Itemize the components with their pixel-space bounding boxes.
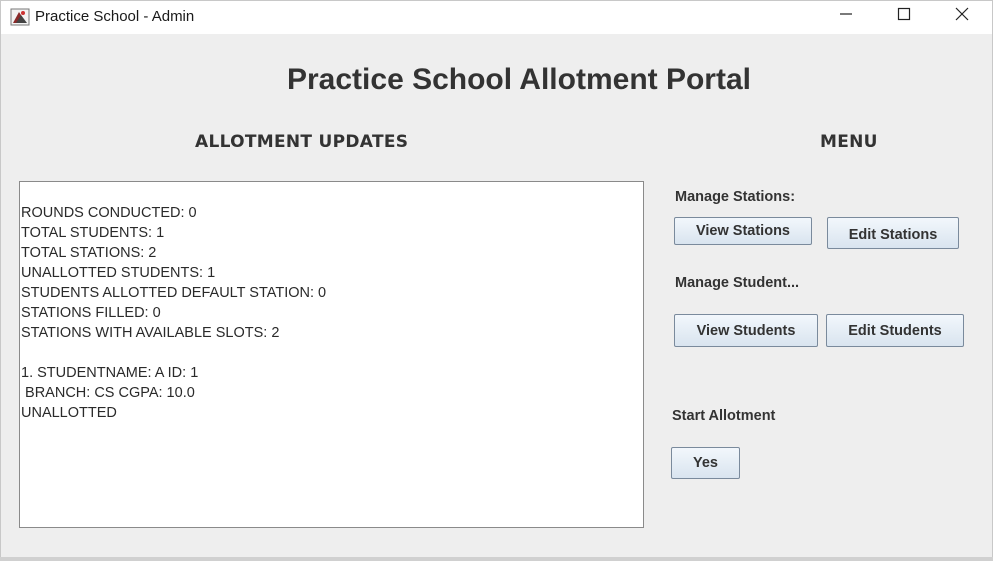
minimize-icon (839, 7, 853, 26)
updates-line: BRANCH: CS CGPA: 10.0 (21, 385, 195, 401)
allotment-updates-heading: ALLOTMENT UPDATES (195, 132, 409, 152)
menu-heading: MENU (820, 132, 878, 152)
view-stations-button[interactable]: View Stations (674, 217, 812, 245)
minimize-button[interactable] (823, 1, 869, 32)
window-bottom-edge (0, 557, 993, 561)
maximize-button[interactable] (881, 1, 927, 32)
updates-line: TOTAL STUDENTS: 1 (21, 225, 165, 241)
edit-students-button[interactable]: Edit Students (826, 314, 964, 347)
updates-line: STUDENTS ALLOTTED DEFAULT STATION: 0 (21, 285, 327, 301)
edit-stations-button[interactable]: Edit Stations (827, 217, 959, 249)
updates-line-blank (21, 343, 643, 363)
updates-line: STATIONS FILLED: 0 (21, 305, 161, 321)
app-window: Practice School - Admin Practice School … (0, 0, 993, 561)
java-app-icon (10, 7, 30, 27)
updates-line: STATIONS WITH AVAILABLE SLOTS: 2 (21, 325, 280, 341)
manage-students-label: Manage Student... (675, 275, 800, 291)
title-bar: Practice School - Admin (1, 1, 992, 34)
start-allotment-yes-button[interactable]: Yes (671, 447, 740, 479)
updates-line: UNALLOTTED STUDENTS: 1 (21, 265, 216, 281)
manage-stations-label: Manage Stations: (675, 189, 796, 205)
close-button[interactable] (939, 1, 985, 32)
updates-line: UNALLOTTED (21, 405, 117, 421)
maximize-icon (897, 7, 911, 26)
updates-line: TOTAL STATIONS: 2 (21, 245, 157, 261)
allotment-updates-textarea[interactable]: ROUNDS CONDUCTED: 0 TOTAL STUDENTS: 1 TO… (19, 181, 644, 528)
window-title: Practice School - Admin (35, 8, 195, 25)
view-students-button[interactable]: View Students (674, 314, 818, 347)
updates-line: 1. STUDENTNAME: A ID: 1 (21, 365, 199, 381)
close-icon (955, 7, 969, 26)
start-allotment-label: Start Allotment (672, 408, 776, 424)
page-title: Practice School Allotment Portal (287, 63, 751, 96)
updates-line: ROUNDS CONDUCTED: 0 (21, 205, 197, 221)
